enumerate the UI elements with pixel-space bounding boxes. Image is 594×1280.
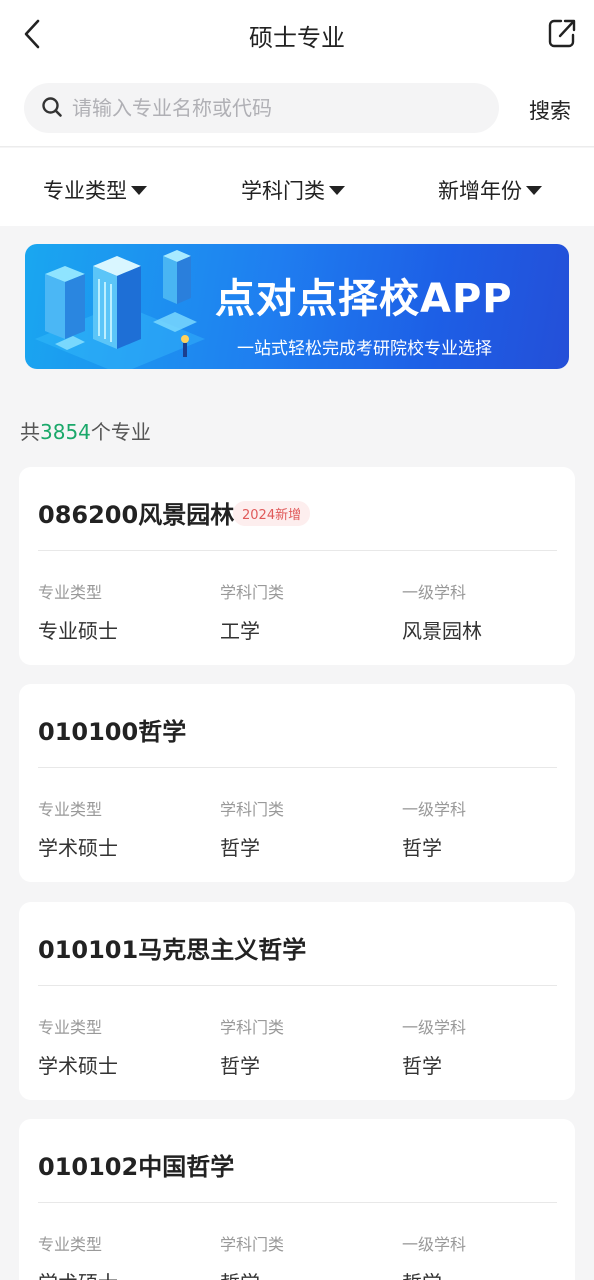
major-title: 010100哲学 — [38, 718, 187, 746]
major-title: 010102中国哲学 — [38, 1153, 235, 1181]
search-box[interactable] — [24, 83, 499, 133]
value-discipline: 哲学 — [402, 1054, 442, 1078]
promo-banner[interactable]: 点对点择校APP 一站式轻松完成考研院校专业选择 — [25, 244, 569, 369]
value-subject-category: 哲学 — [220, 836, 260, 860]
divider — [38, 550, 557, 551]
label-discipline: 一级学科 — [402, 800, 467, 819]
share-external-icon — [548, 19, 576, 48]
major-card[interactable]: 010100哲学 专业类型 学科门类 一级学科 学术硕士 哲学 哲学 — [19, 684, 575, 882]
divider — [38, 767, 557, 768]
filter-label: 专业类型 — [43, 179, 127, 203]
filter-added-year[interactable]: 新增年份 — [438, 175, 542, 205]
value-major-type: 学术硕士 — [38, 1054, 118, 1078]
search-icon — [42, 97, 62, 117]
major-card[interactable]: 010101马克思主义哲学 专业类型 学科门类 一级学科 学术硕士 哲学 哲学 — [19, 902, 575, 1100]
major-title: 086200风景园林 — [38, 501, 235, 529]
count-suffix: 个专业 — [90, 420, 151, 444]
caret-down-icon — [526, 185, 542, 195]
label-major-type: 专业类型 — [38, 800, 103, 819]
label-discipline: 一级学科 — [402, 1018, 467, 1037]
count-number: 3854 — [40, 420, 91, 444]
isometric-buildings-illustration — [35, 250, 205, 369]
filter-label: 学科门类 — [241, 179, 325, 203]
divider — [38, 1202, 557, 1203]
value-major-type: 学术硕士 — [38, 836, 118, 860]
major-title: 010101马克思主义哲学 — [38, 936, 307, 964]
search-row: 搜索 — [0, 68, 594, 147]
value-discipline: 哲学 — [402, 836, 442, 860]
value-subject-category: 哲学 — [220, 1054, 260, 1078]
value-subject-category: 哲学 — [220, 1267, 260, 1280]
label-subject-category: 学科门类 — [220, 1235, 285, 1254]
new-badge: 2024新增 — [233, 501, 311, 526]
label-major-type: 专业类型 — [38, 583, 103, 602]
value-discipline: 哲学 — [402, 1267, 442, 1280]
label-discipline: 一级学科 — [402, 1235, 467, 1254]
value-subject-category: 工学 — [220, 619, 260, 643]
banner-subtitle: 一站式轻松完成考研院校专业选择 — [237, 339, 492, 359]
label-major-type: 专业类型 — [38, 1235, 103, 1254]
major-card[interactable]: 086200风景园林 2024新增 专业类型 学科门类 一级学科 专业硕士 工学… — [19, 467, 575, 665]
share-button[interactable] — [546, 16, 578, 50]
banner-title: 点对点择校APP — [215, 276, 513, 322]
label-subject-category: 学科门类 — [220, 583, 285, 602]
search-button[interactable]: 搜索 — [518, 95, 582, 125]
value-major-type: 专业硕士 — [38, 619, 118, 643]
filter-bar: 专业类型 学科门类 新增年份 — [0, 148, 594, 226]
major-card[interactable]: 010102中国哲学 专业类型 学科门类 一级学科 学术硕士 哲学 哲学 — [19, 1119, 575, 1280]
search-input[interactable] — [72, 83, 482, 133]
caret-down-icon — [329, 185, 345, 195]
filter-major-type[interactable]: 专业类型 — [43, 175, 147, 205]
divider — [38, 985, 557, 986]
page-title: 硕士专业 — [249, 24, 345, 52]
major-count: 共3854个专业 — [20, 416, 151, 445]
label-subject-category: 学科门类 — [220, 1018, 285, 1037]
caret-down-icon — [131, 185, 147, 195]
label-subject-category: 学科门类 — [220, 800, 285, 819]
value-major-type: 学术硕士 — [38, 1267, 118, 1280]
count-prefix: 共 — [20, 420, 40, 444]
filter-label: 新增年份 — [438, 179, 522, 203]
filter-subject-category[interactable]: 学科门类 — [241, 175, 345, 205]
top-bar: 硕士专业 — [0, 0, 594, 68]
label-discipline: 一级学科 — [402, 583, 467, 602]
value-discipline: 风景园林 — [402, 619, 482, 643]
label-major-type: 专业类型 — [38, 1018, 103, 1037]
